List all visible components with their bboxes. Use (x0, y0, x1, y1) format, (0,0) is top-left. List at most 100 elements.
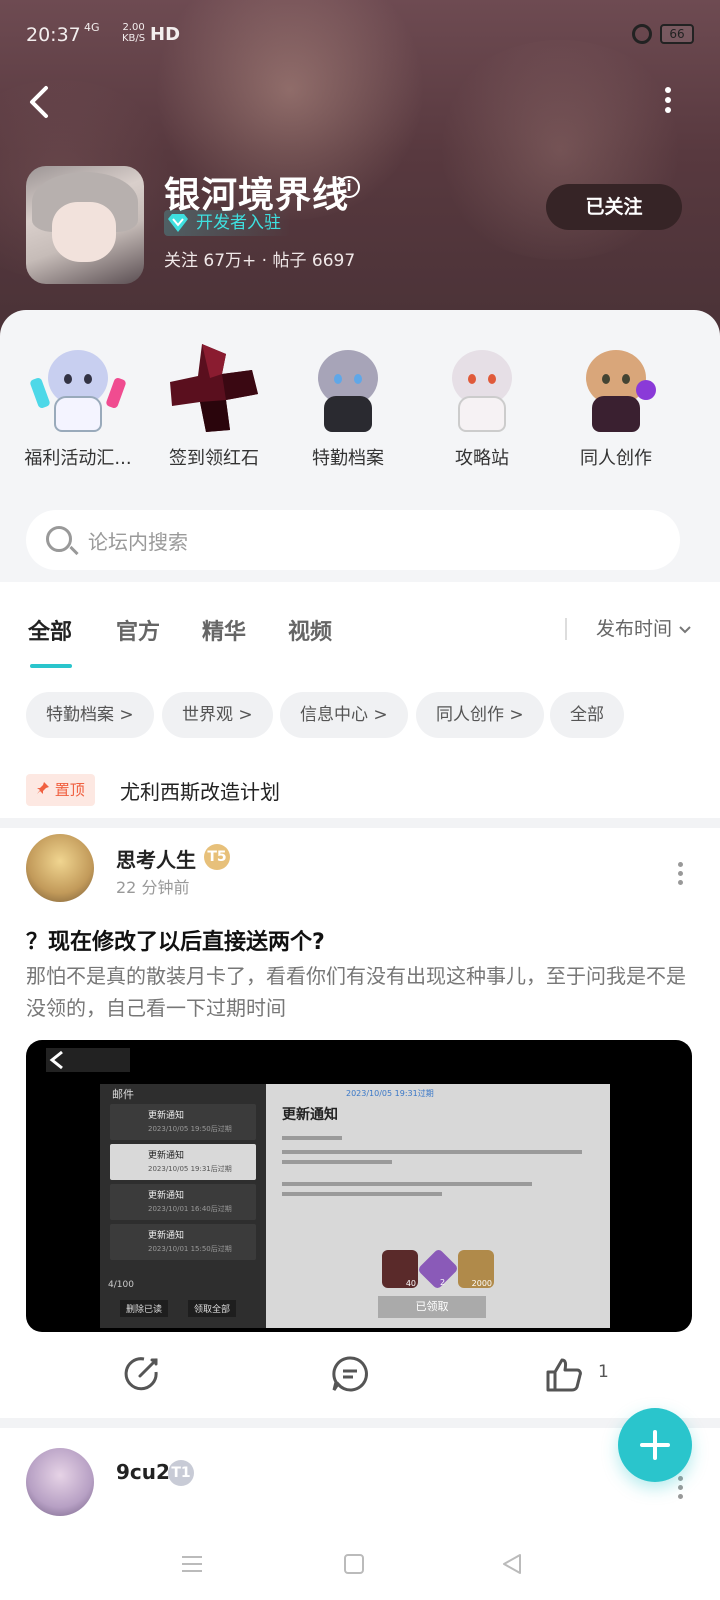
chip-fanart[interactable]: 同人创作 > (416, 692, 544, 738)
tab-official[interactable]: 官方 (116, 614, 160, 646)
post-card[interactable]: 9cu2 T1 (0, 1428, 720, 1520)
chip-info-center[interactable]: 信息中心 > (280, 692, 408, 738)
game-icon (26, 166, 144, 284)
mail-item-selected: 更新通知 2023/10/05 19:31后过期 (110, 1144, 256, 1180)
divider (0, 818, 720, 828)
mail-count: 4/100 (108, 1280, 134, 1290)
post-body: 那怕不是真的散装月卡了，看看你们有没有出现这种事儿，至于问我是不是没领的，自己看… (26, 964, 686, 1020)
tab-video[interactable]: 视频 (288, 614, 332, 646)
search-placeholder: 论坛内搜索 (88, 530, 188, 554)
chibi-avatar-icon (300, 340, 396, 436)
follow-button[interactable]: 已关注 (546, 184, 682, 230)
comment-icon (332, 1356, 368, 1392)
share-button[interactable] (122, 1354, 162, 1394)
app-root: 20:37 4G 2.00 KB/S HD 66 银河境界线 i 开发者入驻 关… (0, 0, 720, 1600)
mail-item: 更新通知 2023/10/01 16:40后过期 (110, 1184, 256, 1220)
like-count: 1 (598, 1362, 609, 1382)
mail-expiry: 2023/10/05 19:31过期 (346, 1089, 434, 1098)
thumbs-up-icon (546, 1358, 582, 1392)
quick-link-label: 攻略站 (455, 448, 509, 469)
chibi-avatar-icon (29, 340, 127, 436)
post-card[interactable]: 思考人生 T5 22 分钟前 ？现在修改了以后直接送两个? 那怕不是真的散装月卡… (0, 828, 720, 1418)
pinned-title: 尤利西斯改造计划 (120, 780, 280, 804)
system-nav-bar (0, 1530, 720, 1600)
network-indicator: 4G (84, 21, 100, 34)
post-menu-button[interactable] (676, 862, 684, 888)
like-button[interactable] (544, 1354, 584, 1394)
share-icon (124, 1357, 158, 1391)
tab-featured[interactable]: 精华 (202, 614, 246, 646)
pinned-label: 置顶 (54, 781, 85, 799)
active-tab-indicator (30, 664, 72, 668)
menu-icon[interactable] (180, 1552, 204, 1576)
pinned-post[interactable]: 置顶 尤利西斯改造计划 (26, 774, 706, 808)
sort-label: 发布时间 (596, 618, 673, 640)
status-bar: 20:37 4G 2.00 KB/S HD 66 (0, 18, 720, 54)
quick-link-label: 签到领红石 (169, 448, 259, 469)
quick-link-checkin[interactable]: 签到领红石 (144, 340, 284, 480)
quick-link-label: 特勤档案 (312, 448, 384, 469)
post-time: 22 分钟前 (116, 878, 190, 897)
mail-item: 更新通知 2023/10/05 19:50后过期 (110, 1104, 256, 1140)
chevron-down-icon (679, 626, 691, 634)
mail-item: 更新通知 2023/10/01 15:50后过期 (110, 1224, 256, 1260)
quick-link-welfare[interactable]: 福利活动汇... (8, 340, 148, 480)
quick-link-archive[interactable]: 特勤档案 (278, 340, 418, 480)
back-button[interactable] (22, 82, 62, 122)
author-name[interactable]: 思考人生 (116, 844, 196, 873)
divider (0, 1418, 720, 1428)
alarm-icon (632, 24, 652, 44)
claim-all-button: 领取全部 (188, 1300, 237, 1317)
search-icon (46, 526, 72, 552)
info-icon[interactable]: i (338, 176, 360, 198)
divider (565, 618, 567, 640)
avatar[interactable] (26, 1448, 94, 1516)
quick-link-label: 福利活动汇... (24, 448, 132, 469)
red-stone-icon (166, 340, 262, 436)
mail-detail-title: 更新通知 (282, 1107, 338, 1123)
game-back-bar (46, 1048, 130, 1072)
level-badge: T5 (204, 844, 230, 870)
avatar[interactable] (26, 834, 94, 902)
chevron-left-icon (30, 86, 48, 118)
quick-link-guide[interactable]: 攻略站 (412, 340, 552, 480)
tab-all[interactable]: 全部 (28, 614, 72, 646)
claimed-label: 已领取 (378, 1296, 486, 1318)
coin-icon: 2000 (458, 1250, 494, 1288)
game-header-banner: 20:37 4G 2.00 KB/S HD 66 银河境界线 i 开发者入驻 关… (0, 0, 720, 340)
chibi-avatar-icon (568, 340, 664, 436)
status-time: 20:37 (26, 24, 81, 46)
developer-badge: 开发者入驻 (164, 210, 291, 236)
chip-archive[interactable]: 特勤档案 > (26, 692, 154, 738)
author-name[interactable]: 9cu2 (116, 1460, 170, 1484)
diamond-icon (168, 214, 188, 232)
chip-all[interactable]: 全部 (550, 692, 624, 738)
sort-dropdown[interactable]: 发布时间 (596, 614, 692, 641)
developer-badge-label: 开发者入驻 (196, 213, 281, 233)
network-speed: 2.00 KB/S (122, 22, 145, 44)
battery-icon: 66 (660, 24, 694, 44)
exp-crystal-icon (417, 1248, 459, 1290)
red-stone-icon: 40 (382, 1250, 418, 1288)
category-chips: 特勤档案 > 世界观 > 信息中心 > 同人创作 > 全部 (0, 692, 720, 742)
level-badge: T1 (168, 1460, 194, 1486)
speed-value: 2.00 (122, 22, 145, 33)
quick-link-fanart[interactable]: 同人创作 (546, 340, 686, 480)
delete-read-button: 删除已读 (120, 1300, 169, 1317)
post-menu-button[interactable] (676, 1476, 684, 1502)
chip-worldview[interactable]: 世界观 > (162, 692, 273, 738)
back-triangle-icon[interactable] (500, 1552, 524, 1576)
more-options-button[interactable] (660, 84, 676, 124)
post-title: ？现在修改了以后直接送两个? (26, 930, 325, 955)
new-post-button[interactable] (618, 1408, 692, 1482)
chevron-left-icon (49, 1050, 63, 1070)
hd-indicator: HD (150, 24, 181, 45)
pin-icon (37, 782, 49, 794)
post-image[interactable]: 邮件 4/100 删除已读 领取全部 更新通知 2023/10/05 19:50… (26, 1040, 692, 1332)
pinned-badge: 置顶 (26, 774, 95, 806)
post-actions: 1 (0, 1354, 720, 1414)
mail-header: 邮件 (112, 1088, 134, 1101)
comment-button[interactable] (330, 1354, 370, 1394)
home-square-icon[interactable] (342, 1552, 366, 1576)
forum-search-input[interactable]: 论坛内搜索 (26, 510, 680, 570)
